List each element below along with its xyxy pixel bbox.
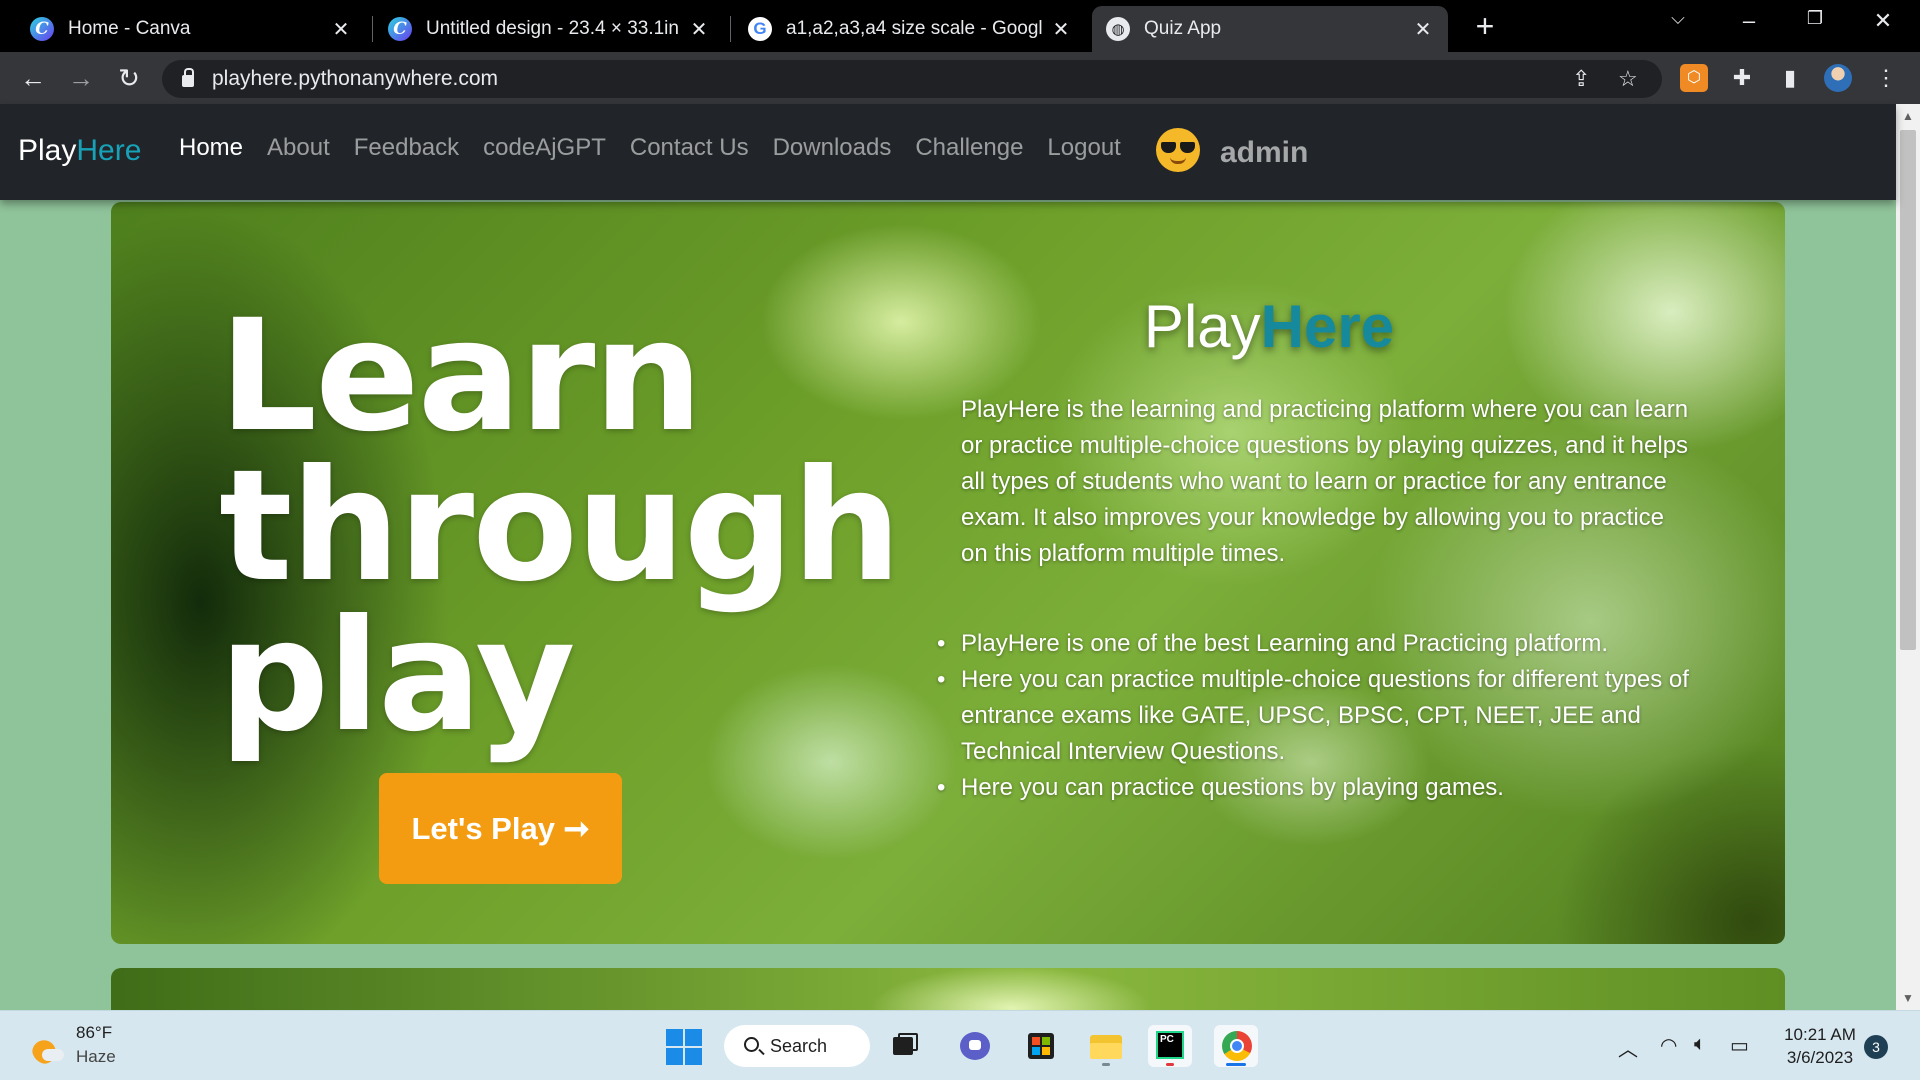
tab-untitled-design[interactable]: C Untitled design - 23.4 × 33.1in ✕ [374, 6, 724, 52]
nav-logout[interactable]: Logout [1047, 134, 1120, 162]
list-item: Here you can practice questions by playi… [937, 770, 1691, 806]
pycharm-icon[interactable]: PC [1148, 1025, 1192, 1067]
canva-icon: C [388, 17, 412, 41]
sunglasses-emoji-icon [1156, 128, 1200, 172]
hero-section: Learn through play Let's Play ➞ PlayHere… [111, 202, 1785, 944]
notification-badge[interactable]: 3 [1864, 1035, 1888, 1059]
new-tab-button[interactable]: + [1468, 10, 1502, 44]
back-button[interactable]: ← [18, 63, 48, 93]
headline-line: Learn [219, 287, 703, 466]
hero-headline: Learn through play [219, 287, 902, 766]
clock-time: 10:21 AM [1784, 1025, 1856, 1044]
weather-temperature[interactable]: 86°F [76, 1023, 112, 1043]
restore-button[interactable]: ❐ [1792, 8, 1838, 29]
hero-feature-list: PlayHere is one of the best Learning and… [937, 626, 1691, 806]
weather-condition[interactable]: Haze [76, 1047, 116, 1067]
volume-icon[interactable]: 🔈︎ [1694, 1033, 1706, 1056]
hero-title-here: Here [1260, 293, 1395, 360]
search-icon [744, 1037, 759, 1052]
tab-search-chevron-icon[interactable]: ⌵ [1655, 8, 1701, 29]
site-navbar: PlayHere Home About Feedback codeAjGPT C… [0, 104, 1896, 200]
username-label[interactable]: admin [1220, 136, 1308, 170]
battery-icon[interactable]: ▭ [1730, 1033, 1749, 1058]
extensions-puzzle-icon[interactable]: ✚ [1728, 64, 1756, 92]
extension-orange-icon[interactable]: ⬡ [1680, 64, 1708, 92]
menu-kebab-icon[interactable]: ⋮ [1872, 64, 1900, 92]
scroll-up-arrow-icon[interactable]: ▲ [1896, 106, 1920, 126]
nav-contact-us[interactable]: Contact Us [630, 134, 749, 162]
tab-title: a1,a2,a3,a4 size scale - Google Se [786, 18, 1042, 39]
search-label: Search [770, 1035, 828, 1056]
minimize-button[interactable]: – [1726, 8, 1772, 34]
task-view-icon[interactable] [882, 1025, 926, 1067]
hero-title-play: Play [1143, 293, 1261, 360]
weather-sun-cloud-icon[interactable] [32, 1034, 64, 1064]
browser-toolbar: ← → ↻ playhere.pythonanywhere.com ⇪ ☆ ⬡ … [0, 52, 1920, 104]
taskbar-search[interactable]: Search [724, 1025, 870, 1067]
lets-play-button[interactable]: Let's Play ➞ [379, 773, 622, 884]
tab-title: Home - Canva [68, 18, 191, 39]
close-icon[interactable]: ✕ [688, 17, 710, 42]
hero-brand-title: PlayHere [994, 292, 1544, 361]
headline-line: play [219, 587, 576, 766]
reload-button[interactable]: ↻ [114, 63, 144, 93]
forward-button[interactable]: → [66, 63, 96, 93]
lock-icon[interactable] [182, 68, 194, 87]
globe-icon: ◍ [1106, 17, 1130, 41]
nav-links: Home About Feedback codeAjGPT Contact Us… [179, 134, 1145, 162]
page-scrollbar[interactable]: ▲ ▼ [1896, 104, 1920, 1010]
close-icon[interactable]: ✕ [330, 17, 352, 42]
sunglasses-shape [1161, 142, 1195, 153]
tab-google-search[interactable]: G a1,a2,a3,a4 size scale - Google Se ✕ [734, 6, 1086, 52]
address-bar[interactable]: playhere.pythonanywhere.com ⇪ ☆ [162, 60, 1662, 98]
taskbar-clock[interactable]: 10:21 AM 3/6/2023 [1780, 1023, 1860, 1069]
windows-taskbar: 86°F Haze Search PC ︿ ◠ 🔈︎ ▭ 10:21 AM 3/… [0, 1010, 1920, 1080]
tab-title: Untitled design - 23.4 × 33.1in [426, 18, 679, 39]
canva-icon: C [30, 17, 54, 41]
window-close-button[interactable]: ✕ [1860, 8, 1906, 34]
nav-challenge[interactable]: Challenge [915, 134, 1023, 162]
brand-here-text: Here [76, 134, 142, 167]
scroll-thumb[interactable] [1900, 130, 1916, 650]
close-icon[interactable]: ✕ [1050, 17, 1072, 42]
nav-feedback[interactable]: Feedback [354, 134, 459, 162]
list-item: PlayHere is one of the best Learning and… [937, 626, 1691, 662]
teams-chat-icon[interactable] [952, 1025, 996, 1067]
smile-shape [1170, 157, 1186, 164]
chrome-icon[interactable] [1214, 1025, 1258, 1067]
scroll-down-arrow-icon[interactable]: ▼ [1896, 988, 1920, 1008]
url-text[interactable]: playhere.pythonanywhere.com [212, 67, 498, 91]
nav-codeajgpt[interactable]: codeAjGPT [483, 134, 606, 162]
nav-about[interactable]: About [267, 134, 330, 162]
list-item: Here you can practice multiple-choice qu… [937, 662, 1691, 770]
tab-separator [372, 16, 373, 42]
nav-home[interactable]: Home [179, 134, 243, 162]
tab-separator [730, 16, 731, 42]
bookmark-star-icon[interactable]: ☆ [1618, 66, 1638, 92]
microsoft-store-icon[interactable] [1018, 1025, 1062, 1067]
show-hidden-icons-chevron[interactable]: ︿ [1618, 1033, 1638, 1062]
brand-logo[interactable]: PlayHere [18, 134, 141, 168]
brand-play-text: Play [18, 134, 77, 167]
clock-date: 3/6/2023 [1786, 1048, 1854, 1067]
nav-downloads[interactable]: Downloads [773, 134, 892, 162]
browser-tab-strip: C Home - Canva ✕ C Untitled design - 23.… [0, 0, 1920, 52]
file-explorer-icon[interactable] [1084, 1025, 1128, 1067]
tab-quiz-app[interactable]: ◍ Quiz App ✕ [1092, 6, 1448, 52]
hero-description: PlayHere is the learning and practicing … [961, 396, 1689, 567]
tab-title: Quiz App [1144, 18, 1222, 39]
close-icon[interactable]: ✕ [1412, 17, 1434, 42]
side-panel-icon[interactable]: ▮ [1776, 64, 1804, 92]
share-icon[interactable]: ⇪ [1572, 66, 1590, 92]
profile-avatar[interactable] [1824, 64, 1852, 92]
headline-line: through [219, 437, 902, 616]
google-icon: G [748, 17, 772, 41]
windows-start-icon[interactable] [662, 1025, 706, 1067]
wifi-icon[interactable]: ◠ [1660, 1033, 1677, 1058]
tab-home-canva[interactable]: C Home - Canva ✕ [16, 6, 366, 52]
